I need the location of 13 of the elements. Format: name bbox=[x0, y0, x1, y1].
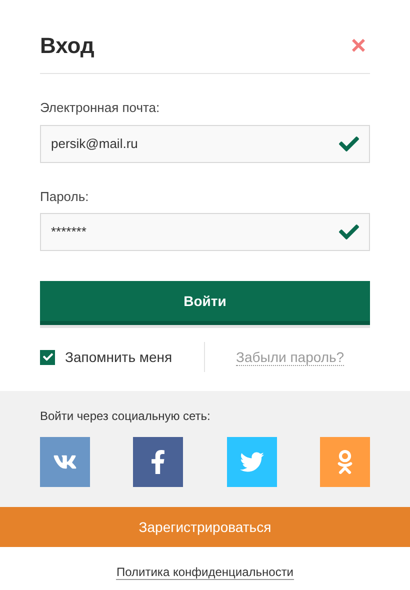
twitter-bird-icon bbox=[240, 450, 264, 474]
privacy-policy-link[interactable]: Политика конфиденциальности bbox=[116, 565, 294, 580]
input-field[interactable]: ******* bbox=[40, 213, 370, 251]
field-label: Пароль: bbox=[40, 188, 90, 206]
login-button[interactable]: Войти bbox=[40, 281, 370, 325]
checkbox-label: Запомнить меня bbox=[65, 348, 172, 366]
field-label: Электронная почта: bbox=[40, 99, 161, 117]
checkbox[interactable] bbox=[40, 350, 55, 364]
social-login-button[interactable] bbox=[133, 437, 184, 487]
social-heading: Войти через социальную сеть: bbox=[40, 408, 212, 425]
dialog-title: Вход bbox=[40, 32, 94, 60]
social-login-button[interactable] bbox=[40, 437, 90, 487]
input-field[interactable]: persik@mail.ru bbox=[40, 124, 370, 162]
